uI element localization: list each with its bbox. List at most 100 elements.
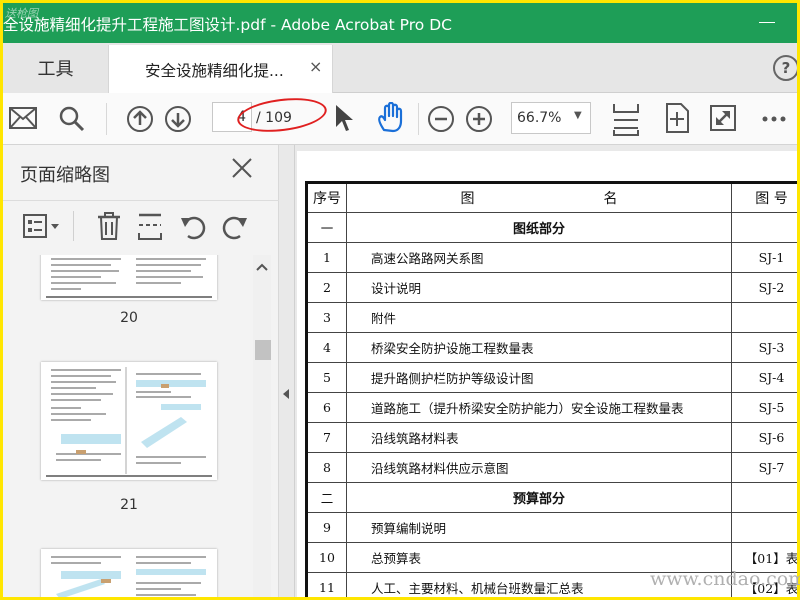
zoom-in-icon[interactable] (465, 105, 493, 133)
row-number: 10 (305, 542, 347, 573)
full-screen-icon[interactable] (709, 104, 737, 132)
table-row: 3 附件 (305, 302, 797, 333)
row-name: 附件 (346, 302, 732, 333)
section-row: 二预算部分 (305, 482, 797, 513)
row-code: SJ-4 (731, 362, 797, 393)
watermark-logo: 送枪图 (5, 7, 38, 20)
row-number: 一 (305, 212, 347, 243)
tab-tools[interactable]: 工具 (3, 43, 108, 93)
pdf-page: 序号 图 名 图 号 一图纸部分 1 高速公路路网关系图 SJ-1 2 设计说明 SJ-2 3… (297, 151, 797, 597)
table-header-row: 序号 图 名 图 号 (305, 181, 797, 213)
row-name: 预算编制说明 (346, 512, 732, 543)
panel-title: 页面缩略图 (20, 165, 110, 186)
row-code: SJ-5 (731, 392, 797, 423)
table-row: 4 桥梁安全防护设施工程数量表 SJ-3 (305, 332, 797, 363)
row-code: SJ-6 (731, 422, 797, 453)
acrobat-window: 全设施精细化提升工程施工图设计.pdf - Adobe Acrobat Pro … (3, 3, 797, 597)
row-number: 6 (305, 392, 347, 423)
tools-divider (73, 211, 74, 241)
row-number: 4 (305, 332, 347, 363)
row-code (731, 512, 797, 543)
zoom-out-icon[interactable] (427, 105, 455, 133)
mail-icon[interactable] (9, 107, 37, 129)
row-name: 高速公路路网关系图 (346, 242, 732, 273)
row-name: 沿线筑路材料供应示意图 (346, 452, 732, 483)
site-watermark: www.cndao.com (650, 568, 800, 590)
next-page-icon[interactable] (164, 105, 192, 133)
row-name: 图纸部分 (346, 212, 732, 243)
row-number: 7 (305, 422, 347, 453)
page-number-label: 20 (120, 310, 138, 326)
page-thumbnail[interactable] (41, 362, 217, 480)
row-number: 5 (305, 362, 347, 393)
tab-document-label: 安全设施精细化提... (145, 62, 284, 80)
row-number: 9 (305, 512, 347, 543)
header-name-1: 图 (460, 191, 475, 207)
row-number: 3 (305, 302, 347, 333)
row-number: 二 (305, 482, 347, 513)
header-code: 图 号 (731, 181, 797, 213)
page-thumbnail[interactable] (41, 255, 217, 300)
row-number: 1 (305, 242, 347, 273)
scroll-up-icon[interactable] (256, 263, 268, 271)
row-name: 道路施工（提升桥梁安全防护能力）安全设施工程数量表 (346, 392, 732, 423)
table-row: 7 沿线筑路材料表 SJ-6 (305, 422, 797, 453)
zoom-value: 66.7% (517, 110, 562, 126)
chevron-down-icon: ▼ (574, 110, 582, 121)
tab-tools-label: 工具 (37, 59, 74, 80)
row-code: SJ-2 (731, 272, 797, 303)
thumbnail-scrollbar[interactable] (253, 255, 271, 597)
table-row: 9 预算编制说明 (305, 512, 797, 543)
table-row: 2 设计说明 SJ-2 (305, 272, 797, 303)
fit-width-icon[interactable] (611, 102, 641, 136)
thumbnail-list[interactable]: 20 21 (3, 255, 271, 597)
page-number-label: 21 (120, 497, 138, 513)
row-code: SJ-7 (731, 452, 797, 483)
collapse-arrow-icon[interactable] (283, 389, 289, 399)
tab-document[interactable]: 安全设施精细化提... × (108, 45, 333, 93)
tab-close-icon[interactable]: × (309, 57, 322, 76)
table-row: 6 道路施工（提升桥梁安全防护能力）安全设施工程数量表 SJ-5 (305, 392, 797, 423)
row-name: 沿线筑路材料表 (346, 422, 732, 453)
row-number: 2 (305, 272, 347, 303)
row-number: 11 (305, 572, 347, 597)
row-name: 预算部分 (346, 482, 732, 513)
row-code (731, 482, 797, 513)
table-row: 5 提升路侧护栏防护等级设计图 SJ-4 (305, 362, 797, 393)
contents-table: 序号 图 名 图 号 一图纸部分 1 高速公路路网关系图 SJ-1 2 设计说明 SJ-2 3… (305, 181, 797, 597)
rotate-left-icon[interactable] (179, 212, 209, 240)
more-options-icon[interactable] (761, 115, 787, 123)
thumbnail-options-icon[interactable] (23, 214, 65, 240)
minimize-button[interactable] (759, 22, 775, 23)
title-bar: 全设施精细化提升工程施工图设计.pdf - Adobe Acrobat Pro … (3, 3, 797, 43)
toolbar-divider (106, 103, 107, 135)
delete-page-icon[interactable] (95, 211, 123, 241)
page-thumbnail[interactable] (41, 549, 217, 597)
toolbar: 4 / 109 66.7% ▼ (3, 93, 797, 145)
header-no: 序号 (305, 181, 347, 213)
row-code (731, 302, 797, 333)
help-icon[interactable]: ? (773, 55, 797, 81)
hand-tool-icon[interactable] (375, 102, 407, 134)
panel-splitter[interactable] (279, 145, 295, 597)
zoom-select[interactable]: 66.7% ▼ (511, 102, 591, 134)
header-name: 图 名 (346, 181, 732, 213)
search-icon[interactable] (58, 105, 86, 133)
select-cursor-icon[interactable] (333, 103, 355, 133)
thumbnail-tools (3, 200, 279, 255)
previous-page-icon[interactable] (126, 105, 154, 133)
row-name: 桥梁安全防护设施工程数量表 (346, 332, 732, 363)
extract-pages-icon[interactable] (136, 211, 164, 241)
toolbar-divider (418, 103, 419, 135)
row-code: SJ-3 (731, 332, 797, 363)
help-label: ? (781, 59, 791, 77)
row-number: 8 (305, 452, 347, 483)
rotate-view-icon[interactable] (663, 102, 691, 134)
row-name: 提升路侧护栏防护等级设计图 (346, 362, 732, 393)
header-name-2: 名 (603, 191, 618, 207)
scrollbar-thumb[interactable] (255, 340, 271, 360)
row-code: SJ-1 (731, 242, 797, 273)
rotate-right-icon[interactable] (219, 212, 249, 240)
close-panel-icon[interactable] (231, 157, 253, 179)
document-view[interactable]: 序号 图 名 图 号 一图纸部分 1 高速公路路网关系图 SJ-1 2 设计说明 SJ-2 3… (295, 145, 797, 597)
